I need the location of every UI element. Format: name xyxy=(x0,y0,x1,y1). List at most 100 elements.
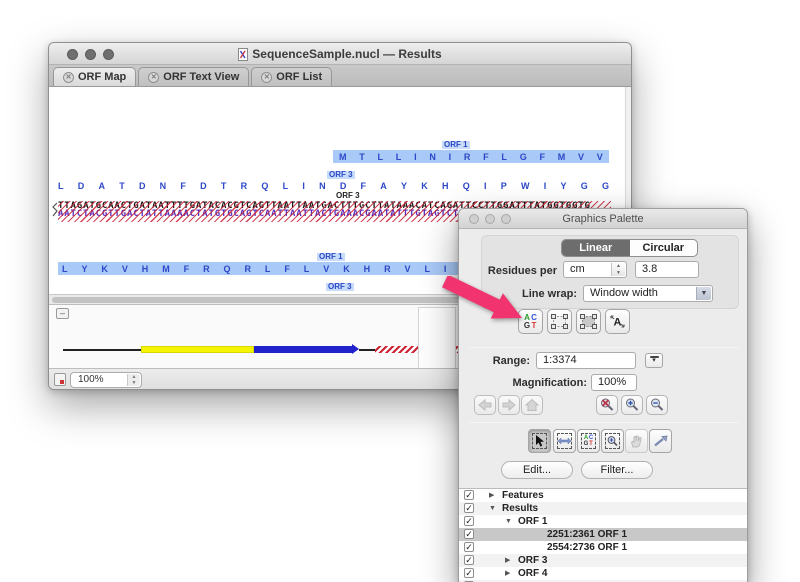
range-select-tool-button[interactable] xyxy=(553,429,576,453)
zoom-window-button[interactable] xyxy=(501,214,511,224)
disclosure-triangle-icon[interactable]: ▶ xyxy=(505,554,510,567)
range-value: 1:3374 xyxy=(543,354,577,366)
dashed-selection-icon xyxy=(532,433,547,449)
orf3-label-block1: ORF 3 xyxy=(327,171,355,179)
orf1-highlight-block1[interactable]: MTLLINIRFLGFMVV xyxy=(333,150,609,163)
linear-circular-segmented-control: Linear Circular xyxy=(561,239,698,257)
eyedropper-tool-button[interactable] xyxy=(649,429,672,453)
tab-bar: ✕ ORF Map ✕ ORF Text View ✕ ORF List xyxy=(49,65,631,87)
minimize-window-button[interactable] xyxy=(485,214,495,224)
stepper-icon[interactable]: ▲▼ xyxy=(127,374,140,386)
screenshot-stage: SequenceSample.nucl — Results ✕ ORF Map ✕ O… xyxy=(0,0,800,582)
select-tool-button[interactable] xyxy=(528,429,551,453)
overview-zoom-select[interactable]: 100% ▲▼ xyxy=(70,372,142,388)
magnifier-plus-icon xyxy=(624,397,640,413)
separator xyxy=(469,347,739,348)
disclosure-triangle-icon[interactable]: ▼ xyxy=(505,515,512,528)
forward-button[interactable] xyxy=(498,395,520,415)
feature-segment-blue-arrowtip xyxy=(352,344,359,354)
zoom-out-button[interactable] xyxy=(646,395,668,415)
tree-row-orf-1[interactable]: ✓ ▼ ORF 1 xyxy=(459,515,748,528)
tree-row-2251-2361-orf-1[interactable]: ✓ 2251:2361 ORF 1 xyxy=(459,528,748,541)
zoom-in-button[interactable] xyxy=(621,395,643,415)
visibility-checkbox[interactable]: ✓ xyxy=(464,490,474,500)
tree-row-features[interactable]: ✓▶Features xyxy=(459,489,748,502)
tab-orf-map[interactable]: ✕ ORF Map xyxy=(53,67,136,86)
back-arrow-icon xyxy=(477,398,493,412)
tree-row-results[interactable]: ✓ ▼ Results xyxy=(459,502,748,515)
hand-pointer-icon xyxy=(629,434,644,449)
disclosure-triangle-icon[interactable]: ▼ xyxy=(489,502,496,515)
magnification-label: Magnification: xyxy=(503,377,587,389)
font-size-button[interactable]: A xyxy=(605,309,630,334)
range-presets-button[interactable]: ▾ xyxy=(645,353,663,368)
orf3-dna-label-block1: ORF 3 xyxy=(334,192,362,200)
tree-row-orf-3[interactable]: ✓▶ORF 3 xyxy=(459,554,748,567)
range-field[interactable]: 1:3374 xyxy=(536,352,636,369)
fit-to-window-button[interactable] xyxy=(576,309,601,334)
sequence-select-tool-button[interactable]: ACGT xyxy=(577,429,600,453)
collapse-overview-button[interactable]: – xyxy=(56,308,69,319)
magnification-field[interactable]: 100% xyxy=(591,374,637,391)
feature-segment-yellow[interactable] xyxy=(141,346,254,353)
visibility-checkbox[interactable]: ✓ xyxy=(464,529,474,539)
orf1-label-block2: ORF 1 xyxy=(317,253,345,261)
tab-orf-text-view[interactable]: ✕ ORF Text View xyxy=(138,67,249,86)
chevron-down-icon: ▼ xyxy=(696,287,711,300)
tree-row-label: ORF 1 xyxy=(518,515,547,528)
close-window-button[interactable] xyxy=(469,214,479,224)
tab-close-icon[interactable]: ✕ xyxy=(148,72,159,83)
compress-frame-icon xyxy=(580,314,597,329)
home-button[interactable] xyxy=(521,395,543,415)
filter-button[interactable]: Filter... xyxy=(581,461,653,479)
linear-segment[interactable]: Linear xyxy=(562,240,630,256)
tree-row-label: Results xyxy=(502,502,538,515)
tab-close-icon[interactable]: ✕ xyxy=(63,72,74,83)
tab-label: ORF Text View xyxy=(163,71,239,83)
reset-zoom-button[interactable] xyxy=(596,395,618,415)
tab-label: ORF Map xyxy=(78,71,126,83)
residues-unit-value: cm xyxy=(570,263,585,275)
hand-tool-button[interactable] xyxy=(625,429,648,453)
feature-segment-blue[interactable] xyxy=(254,346,352,353)
tab-label: ORF List xyxy=(276,71,322,83)
disclosure-triangle-icon[interactable]: ▶ xyxy=(489,489,494,502)
line-wrap-dropdown[interactable]: Window width ▼ xyxy=(583,285,713,302)
tree-row-2554-2736-orf-1[interactable]: ✓2554:2736 ORF 1 xyxy=(459,541,748,554)
home-icon xyxy=(524,398,540,412)
sequence-backbone-line xyxy=(359,349,375,351)
visibility-checkbox[interactable]: ✓ xyxy=(464,542,474,552)
page-setup-icon[interactable] xyxy=(54,373,66,386)
visibility-checkbox[interactable]: ✓ xyxy=(464,568,474,578)
visibility-checkbox[interactable]: ✓ xyxy=(464,555,474,565)
disclosure-triangle-icon[interactable]: ▶ xyxy=(505,567,510,580)
back-button[interactable] xyxy=(474,395,496,415)
edit-button[interactable]: Edit... xyxy=(501,461,573,479)
tab-orf-list[interactable]: ✕ ORF List xyxy=(251,67,332,86)
tab-close-icon[interactable]: ✕ xyxy=(261,72,272,83)
tree-row-orf-4[interactable]: ✓▶ORF 4 xyxy=(459,567,748,580)
graphics-palette-window: Graphics Palette Linear Circular Residue… xyxy=(458,208,748,582)
residues-unit-dropdown[interactable]: cm ▲▼ xyxy=(563,261,627,278)
visibility-checkbox[interactable]: ✓ xyxy=(464,516,474,526)
residues-value-field[interactable]: 3.8 xyxy=(635,261,699,278)
results-titlebar[interactable]: SequenceSample.nucl — Results xyxy=(49,43,631,65)
circular-segment[interactable]: Circular xyxy=(630,240,698,256)
amino-acid-row-orf3-block1: LDATDNFDTRQLINDFAYKHQIPWIYGG xyxy=(58,180,609,192)
visibility-checkbox[interactable]: ✓ xyxy=(464,503,474,513)
window-title: SequenceSample.nucl — Results xyxy=(252,47,441,61)
letter-resize-icon: A xyxy=(609,314,626,329)
tree-row-label: 2251:2361 ORF 1 xyxy=(547,528,627,541)
palette-titlebar[interactable]: Graphics Palette xyxy=(459,209,747,229)
dashed-selection-icon xyxy=(605,433,620,449)
orf1-label-block1: ORF 1 xyxy=(442,141,470,149)
range-label: Range: xyxy=(484,355,530,367)
overview-zoom-value: 100% xyxy=(78,374,104,385)
fit-to-selection-button[interactable] xyxy=(547,309,572,334)
eyedropper-icon xyxy=(653,434,669,448)
magnifier-minus-icon xyxy=(649,397,665,413)
stepper-icon[interactable]: ▲▼ xyxy=(611,263,625,276)
forward-arrow-icon xyxy=(501,398,517,412)
zoom-select-tool-button[interactable] xyxy=(601,429,624,453)
magnification-value: 100% xyxy=(598,376,626,388)
